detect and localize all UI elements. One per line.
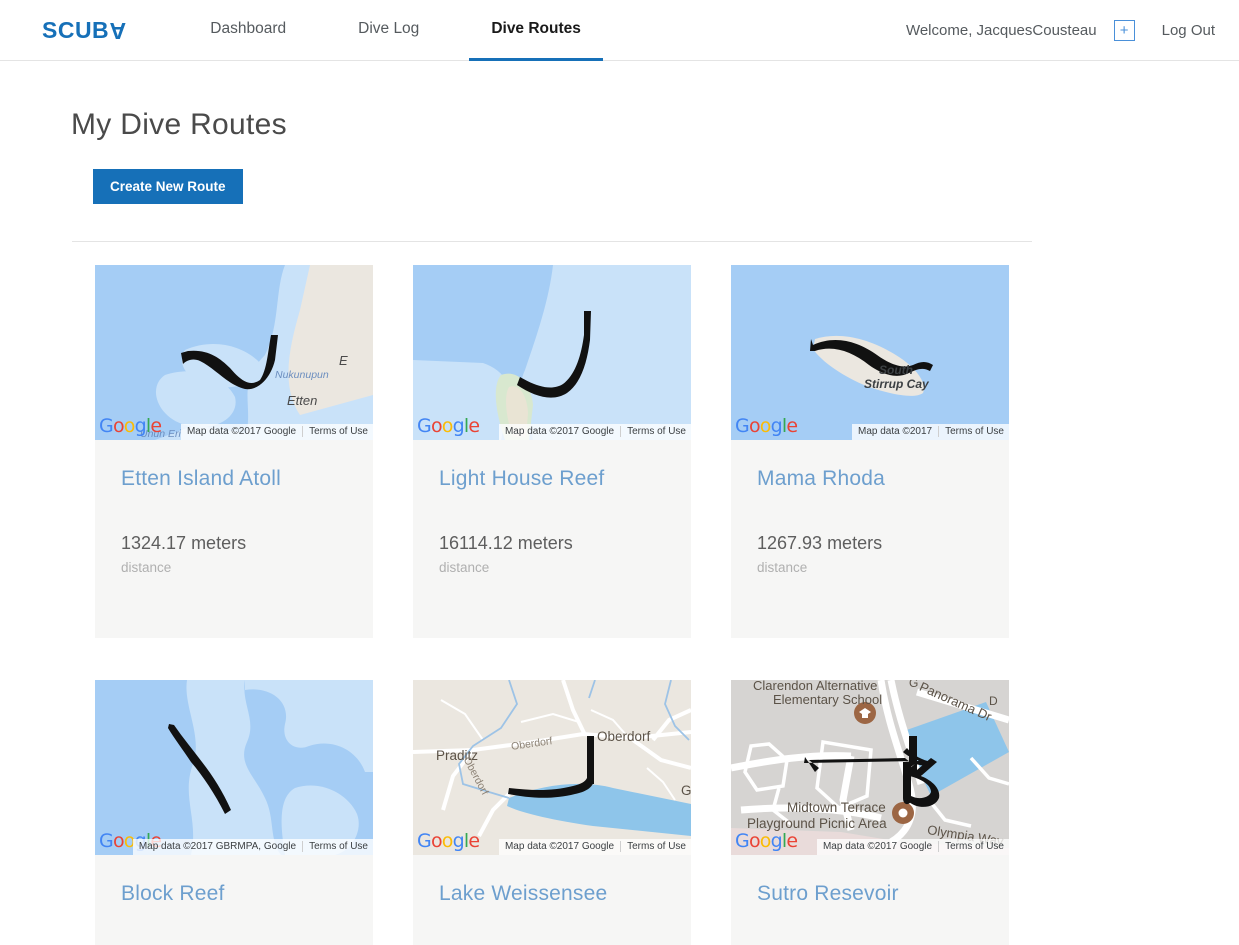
nav-item-dashboard-label: Dashboard: [210, 20, 287, 37]
map-credit-text: Map data ©2017 Google: [504, 426, 615, 437]
route-title[interactable]: Sutro Resevoir: [757, 882, 1009, 906]
route-distance-value: 16114.12 meters: [439, 533, 573, 553]
route-map-thumbnail[interactable]: Nukunupun Etten E Unun Eri Google Map da…: [95, 265, 373, 440]
nav-item-dive-routes-label: Dive Routes: [491, 20, 581, 37]
terms-of-use-link[interactable]: Terms of Use: [627, 426, 686, 437]
route-map-thumbnail[interactable]: Google Map data ©2017 Google Terms of Us…: [413, 265, 691, 440]
nav-user-area: Welcome, JacquesCousteau + Log Out: [906, 0, 1215, 61]
route-distance-value: 1324.17 meters: [121, 533, 247, 553]
route-card-body: Etten Island Atoll 1324.17 meters distan…: [95, 440, 373, 638]
map-graphic: [731, 680, 1009, 855]
attribution-divider: [620, 841, 622, 852]
route-title[interactable]: Mama Rhoda: [757, 467, 1009, 491]
nav-item-dive-log[interactable]: Dive Log: [336, 0, 441, 61]
route-distance-value: 1267.93 meters: [757, 533, 883, 553]
map-attribution: Map data ©2017 Google Terms of Use: [498, 839, 691, 855]
create-new-route-button[interactable]: Create New Route: [93, 169, 243, 204]
google-logo-icon: Google: [735, 830, 798, 852]
google-logo-icon: Google: [735, 415, 798, 437]
route-title[interactable]: Etten Island Atoll: [121, 467, 373, 491]
route-title[interactable]: Block Reef: [121, 882, 373, 906]
route-card[interactable]: Praditz Oberdorf Oberdorf Oberdorf G Goo…: [413, 680, 691, 945]
map-graphic: [731, 265, 1009, 440]
nav-item-dashboard[interactable]: Dashboard: [188, 0, 308, 61]
map-attribution: Map data ©2017 Google Terms of Use: [180, 424, 373, 440]
welcome-message: Welcome, JacquesCousteau: [905, 22, 1097, 39]
map-graphic: [95, 680, 373, 855]
google-logo-icon: Google: [417, 830, 480, 852]
route-card-body: Block Reef 5222.24 meters distance: [95, 855, 373, 945]
map-graphic: [413, 680, 691, 855]
terms-of-use-link[interactable]: Terms of Use: [309, 841, 368, 852]
google-logo-icon: Google: [417, 415, 480, 437]
route-card-grid: Nukunupun Etten E Unun Eri Google Map da…: [0, 265, 1239, 945]
route-title[interactable]: Lake Weissensee: [439, 882, 691, 906]
map-graphic: [95, 265, 373, 440]
attribution-divider: [302, 841, 304, 852]
terms-of-use-link[interactable]: Terms of Use: [627, 841, 686, 852]
route-card[interactable]: Clarendon Alternative Elementary School …: [731, 680, 1009, 945]
map-attribution: Map data ©2017 Google Terms of Use: [816, 839, 1009, 855]
top-navigation-bar: SCUBA Dashboard Dive Log Dive Routes Wel…: [0, 0, 1239, 61]
attribution-divider: [938, 426, 940, 437]
map-attribution: Map data ©2017 Terms of Use: [852, 424, 1009, 440]
route-title[interactable]: Light House Reef: [439, 467, 691, 491]
route-card[interactable]: Nukunupun Etten E Unun Eri Google Map da…: [95, 265, 373, 638]
add-icon[interactable]: +: [1113, 20, 1135, 41]
map-credit-text: Map data ©2017 Google: [822, 841, 933, 852]
route-map-thumbnail[interactable]: Praditz Oberdorf Oberdorf Oberdorf G Goo…: [413, 680, 691, 855]
map-graphic: [413, 265, 691, 440]
brand-logo-text: SCUBA: [42, 17, 127, 44]
map-attribution: Map data ©2017 Google Terms of Use: [498, 424, 691, 440]
section-divider: [72, 241, 1032, 242]
map-credit-text: Map data ©2017 Google: [186, 426, 297, 437]
brand-logo[interactable]: SCUBA: [0, 0, 126, 61]
route-card[interactable]: Google Map data ©2017 GBRMPA, Google Ter…: [95, 680, 373, 945]
attribution-divider: [938, 841, 940, 852]
route-map-thumbnail[interactable]: Clarendon Alternative Elementary School …: [731, 680, 1009, 855]
terms-of-use-link[interactable]: Terms of Use: [945, 426, 1004, 437]
map-credit-text: Map data ©2017: [858, 426, 933, 437]
route-card[interactable]: Google Map data ©2017 Google Terms of Us…: [413, 265, 691, 638]
route-card-body: Lake Weissensee 1858.46 meters distance: [413, 855, 691, 945]
terms-of-use-link[interactable]: Terms of Use: [945, 841, 1004, 852]
logout-link[interactable]: Log Out: [1162, 22, 1215, 39]
terms-of-use-link[interactable]: Terms of Use: [309, 426, 368, 437]
google-logo-icon: Google: [99, 415, 162, 437]
attribution-divider: [302, 426, 304, 437]
route-distance-label: distance: [439, 560, 490, 575]
attribution-divider: [620, 426, 622, 437]
main-nav-links: Dashboard Dive Log Dive Routes: [174, 0, 617, 61]
page-content: My Dive Routes Create New Route Nukunupu…: [0, 61, 1239, 945]
route-map-thumbnail[interactable]: Google Map data ©2017 GBRMPA, Google Ter…: [95, 680, 373, 855]
page-title: My Dive Routes: [71, 108, 287, 141]
route-card-body: Sutro Resevoir 443.95 meters distance: [731, 855, 1009, 945]
nav-item-dive-routes[interactable]: Dive Routes: [469, 0, 603, 61]
map-credit-text: Map data ©2017 Google: [504, 841, 615, 852]
map-credit-text: Map data ©2017 GBRMPA, Google: [138, 841, 297, 852]
route-distance-label: distance: [757, 560, 808, 575]
route-card[interactable]: South Stirrup Cay Google Map data ©2017 …: [731, 265, 1009, 638]
route-card-body: Mama Rhoda 1267.93 meters distance: [731, 440, 1009, 638]
route-distance-label: distance: [121, 560, 172, 575]
route-card-body: Light House Reef 16114.12 meters distanc…: [413, 440, 691, 638]
map-attribution: Map data ©2017 GBRMPA, Google Terms of U…: [132, 839, 373, 855]
nav-item-dive-log-label: Dive Log: [358, 20, 420, 37]
route-map-thumbnail[interactable]: South Stirrup Cay Google Map data ©2017 …: [731, 265, 1009, 440]
